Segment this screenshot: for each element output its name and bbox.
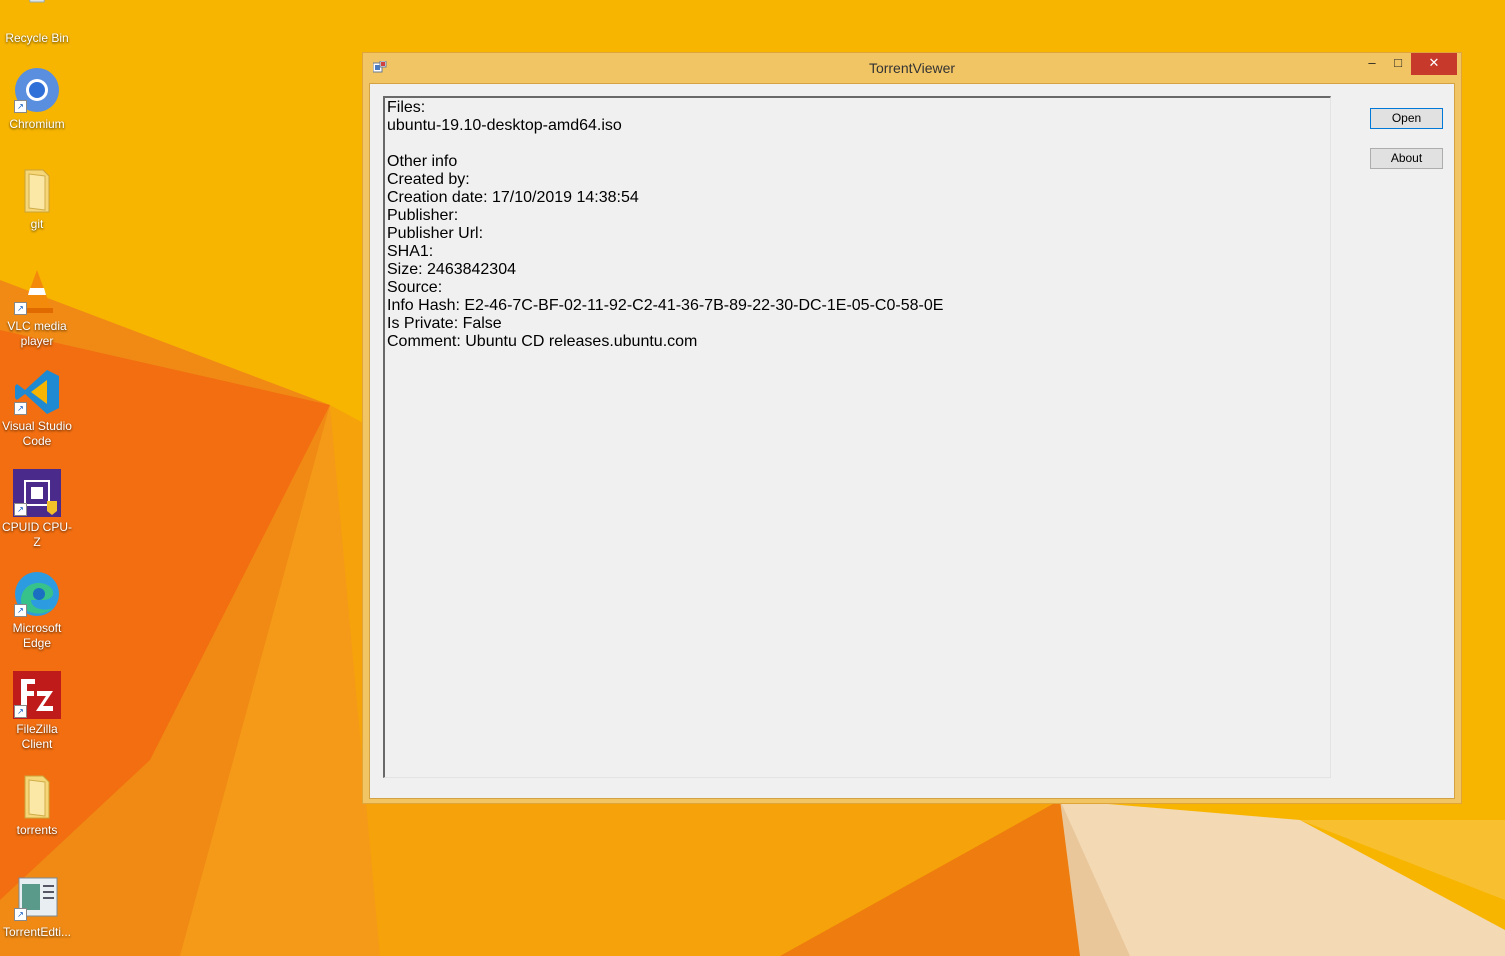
desktop-icon-cpuz[interactable]: ↗ CPUID CPU-Z (0, 469, 74, 550)
torrent-editor-icon: ↗ (13, 874, 61, 922)
shortcut-arrow-icon: ↗ (14, 908, 27, 921)
shortcut-arrow-icon: ↗ (14, 302, 27, 315)
shortcut-arrow-icon: ↗ (14, 604, 27, 617)
desktop-icon-filezilla[interactable]: ↗ FileZilla Client (0, 671, 74, 752)
info-line: Publisher Url: (387, 225, 484, 242)
desktop-icon-label: Chromium (9, 117, 65, 131)
info-line: Created by: (387, 171, 470, 188)
recycle-bin-icon (13, 0, 61, 28)
desktop-icon-vlc[interactable]: ↗ VLC media player (0, 268, 74, 349)
desktop-icon-git[interactable]: git (0, 166, 74, 232)
cpuz-icon: ↗ (13, 469, 61, 517)
desktop-icon-recycle-bin[interactable]: Recycle Bin (0, 0, 74, 46)
minimize-button[interactable]: – (1359, 53, 1385, 75)
shortcut-arrow-icon: ↗ (14, 402, 27, 415)
desktop-icon-label: Visual Studio Code (2, 419, 72, 448)
close-button[interactable]: ✕ (1411, 53, 1457, 75)
info-line (387, 135, 1328, 153)
window-title: TorrentViewer (868, 60, 956, 76)
info-line: Comment: Ubuntu CD releases.ubuntu.com (387, 333, 698, 350)
desktop-icon-torrents[interactable]: torrents (0, 772, 74, 838)
info-line: Files: (387, 99, 426, 116)
shortcut-arrow-icon: ↗ (14, 705, 27, 718)
desktop-icon-label: Microsoft Edge (12, 621, 62, 650)
desktop-icon-label: git (30, 217, 44, 231)
info-line: Creation date: 17/10/2019 14:38:54 (387, 189, 639, 206)
chromium-icon: ↗ (13, 66, 61, 114)
desktop-icon-label: torrents (16, 823, 58, 837)
desktop-icon-label: VLC media player (7, 319, 67, 348)
open-button[interactable]: Open (1370, 108, 1443, 129)
shortcut-arrow-icon: ↗ (14, 100, 27, 113)
folder-icon (13, 166, 61, 214)
info-line: SHA1: (387, 243, 434, 260)
desktop-icon-edge[interactable]: ↗ Microsoft Edge (0, 570, 74, 651)
desktop-icon-label: Recycle Bin (5, 31, 69, 45)
torrentviewer-window: TorrentViewer – □ ✕ Files: ubuntu-19.10-… (362, 52, 1462, 804)
window-client-area: Files: ubuntu-19.10-desktop-amd64.iso Ot… (369, 83, 1455, 799)
desktop-icon-torrent-editor[interactable]: ↗ TorrentEdti... (0, 874, 74, 940)
desktop-icon-chromium[interactable]: ↗ Chromium (0, 66, 74, 132)
vlc-icon: ↗ (13, 268, 61, 316)
folder-icon (13, 772, 61, 820)
desktop-icon-vscode[interactable]: ↗ Visual Studio Code (0, 368, 74, 449)
window-titlebar[interactable]: TorrentViewer – □ ✕ (363, 53, 1461, 83)
vscode-icon: ↗ (13, 368, 61, 416)
about-button[interactable]: About (1370, 148, 1443, 169)
maximize-button[interactable]: □ (1385, 53, 1411, 75)
info-line: Info Hash: E2-46-7C-BF-02-11-92-C2-41-36… (387, 297, 944, 314)
edge-icon: ↗ (13, 570, 61, 618)
info-line: Is Private: False (387, 315, 502, 332)
info-line: Size: 2463842304 (387, 261, 516, 278)
info-line: Other info (387, 153, 458, 170)
filezilla-icon: ↗ (13, 671, 61, 719)
desktop-icon-label: FileZilla Client (16, 722, 58, 751)
info-line: Source: (387, 279, 443, 296)
torrent-info-textbox[interactable]: Files: ubuntu-19.10-desktop-amd64.iso Ot… (383, 96, 1331, 778)
desktop-icon-label: TorrentEdti... (2, 925, 72, 939)
desktop-icon-label: CPUID CPU-Z (1, 520, 72, 549)
info-line: ubuntu-19.10-desktop-amd64.iso (387, 117, 622, 134)
shortcut-arrow-icon: ↗ (14, 503, 27, 516)
info-line: Publisher: (387, 207, 459, 224)
